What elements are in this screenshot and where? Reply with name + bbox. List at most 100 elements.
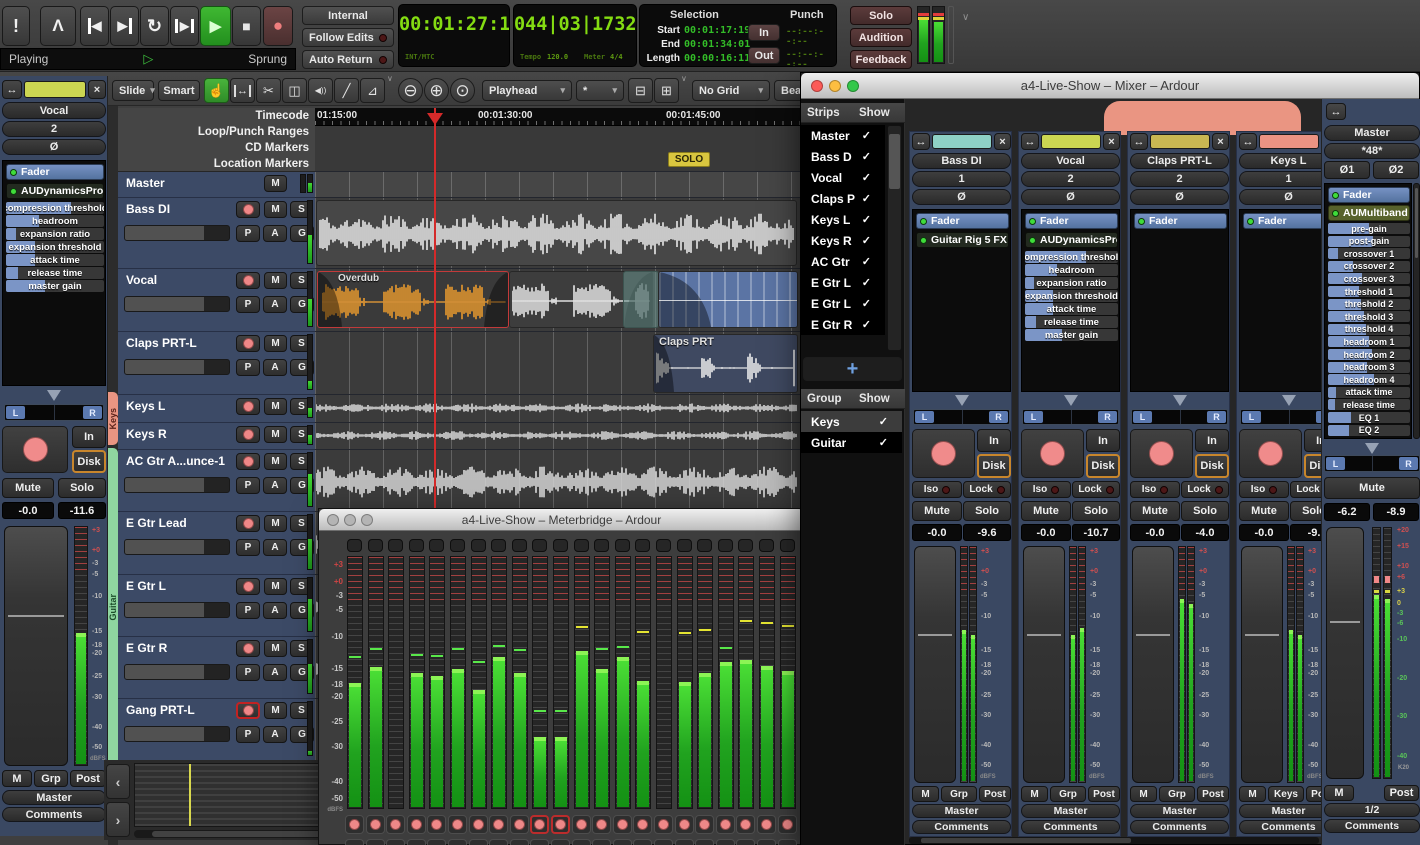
button-row-clipped[interactable]: [571, 839, 591, 845]
button-row-clipped[interactable]: [489, 839, 509, 845]
audio-region[interactable]: Claps PRT: [653, 334, 798, 393]
led-icon[interactable]: [920, 236, 927, 244]
loop-button[interactable]: ↻: [140, 6, 169, 46]
timecode-ruler[interactable]: 01:15:00 00:01:30:00 00:01:45:00: [315, 108, 800, 126]
meter-mute-button[interactable]: [594, 539, 610, 552]
midi-button[interactable]: M: [1324, 785, 1354, 801]
track-fader[interactable]: [124, 664, 230, 680]
comments-button[interactable]: Comments: [1324, 819, 1420, 833]
strip-list-item[interactable]: Keys L ✓: [801, 209, 885, 230]
record-enable-button[interactable]: [345, 815, 364, 834]
strip-color[interactable]: [932, 134, 992, 149]
input-monitor-button[interactable]: In: [72, 426, 106, 448]
fit-expand-button[interactable]: ⊞: [654, 78, 679, 103]
check-icon[interactable]: ✓: [862, 150, 871, 163]
track-fader[interactable]: [124, 726, 230, 742]
strip-input-button[interactable]: 2: [1130, 171, 1229, 187]
plugin-control[interactable]: master gain: [6, 280, 104, 292]
plugin-control[interactable]: threshold 4: [1328, 323, 1410, 335]
processor-box[interactable]: Fader Guitar Rig 5 FX: [912, 209, 1011, 392]
processor-box[interactable]: Fader: [1130, 209, 1229, 392]
record-enable-button[interactable]: [1130, 429, 1193, 478]
plugin-control[interactable]: pre-gain: [1328, 223, 1410, 234]
check-icon[interactable]: ✓: [862, 213, 871, 226]
feedback-button[interactable]: Feedback: [850, 50, 912, 69]
plugin-control[interactable]: attack time: [1025, 303, 1118, 315]
midi-button[interactable]: M: [912, 786, 939, 802]
pan-bar[interactable]: LR: [1022, 409, 1119, 425]
button-row-clipped[interactable]: [777, 839, 797, 845]
phantom-button[interactable]: *48*: [1324, 143, 1420, 159]
minimize-traffic-icon[interactable]: [344, 514, 356, 526]
processor-plugin[interactable]: AUMultiband: [1328, 205, 1410, 221]
plugin-control[interactable]: expansion threshold: [6, 241, 104, 253]
pan-bar[interactable]: L R: [1324, 455, 1420, 472]
pan-handle[interactable]: [1365, 443, 1379, 454]
group-button[interactable]: Grp: [1159, 786, 1195, 802]
mute-button[interactable]: M: [264, 515, 287, 532]
strip-name-button[interactable]: Bass DI: [912, 153, 1011, 169]
strip-phase-button[interactable]: Ø: [2, 139, 106, 155]
record-enable-button[interactable]: [236, 453, 260, 470]
mixer-strip-bass-di[interactable]: ↔ × Bass DI 1 Ø Fader Guitar Rig 5 FX L R In Disk I…: [909, 131, 1012, 837]
strip-list-item[interactable]: Keys R ✓: [801, 230, 885, 251]
group-list-item[interactable]: Guitar ✓: [801, 432, 902, 453]
tempo-value[interactable]: 120.0: [547, 53, 568, 61]
processor-box[interactable]: Fader AUDynamicsPro compression thresholdh…: [1021, 209, 1120, 392]
solo-isolate-button[interactable]: Iso: [1021, 481, 1071, 498]
plugin-control[interactable]: threshold 2: [1328, 298, 1410, 310]
record-enable-button[interactable]: [1021, 429, 1084, 478]
zoom-out-button[interactable]: ⊖: [398, 78, 423, 103]
stretch-tool-button[interactable]: ◫: [282, 78, 307, 103]
record-enable-button[interactable]: [571, 815, 591, 834]
record-enable-button[interactable]: [236, 272, 260, 289]
solo-isolate-button[interactable]: Iso: [912, 481, 962, 498]
solo-global-button[interactable]: Solo: [850, 6, 912, 25]
pan-bar[interactable]: LR: [913, 409, 1010, 425]
comments-button[interactable]: Comments: [1021, 820, 1120, 834]
strip-input-button[interactable]: 1: [912, 171, 1011, 187]
button-row-clipped[interactable]: [715, 839, 735, 845]
solo-button[interactable]: Solo: [1181, 501, 1229, 521]
p-button[interactable]: P: [236, 477, 260, 494]
cut-tool-button[interactable]: ✂: [256, 78, 281, 103]
a-button[interactable]: A: [263, 726, 287, 743]
check-icon[interactable]: ✓: [879, 436, 888, 449]
edit-mode-dropdown[interactable]: Slide ▾: [112, 80, 155, 101]
processor-plugin[interactable]: Guitar Rig 5 FX: [916, 232, 1009, 248]
peak-display[interactable]: -9.6: [963, 524, 1011, 541]
check-icon[interactable]: ✓: [862, 234, 871, 247]
record-enable-button[interactable]: [736, 815, 756, 834]
midi-button[interactable]: M: [2, 770, 32, 787]
led-icon[interactable]: [1247, 217, 1254, 225]
record-enable-button[interactable]: [654, 815, 673, 834]
processor-box[interactable]: Fader AUDynamicsPro compression threshol…: [2, 160, 106, 386]
track-header-ac-gtr-a-unce-1[interactable]: AC Gtr A...unce-1 M S P A G: [118, 450, 315, 512]
strip-color[interactable]: [1150, 134, 1210, 149]
strip-input-button[interactable]: 2: [2, 121, 106, 137]
edit-group-tab-keys[interactable]: Keys: [108, 392, 118, 445]
go-start-button[interactable]: ◀: [80, 6, 109, 46]
strip-name-button[interactable]: Claps PRT-L: [1130, 153, 1229, 169]
record-enable-button[interactable]: [236, 578, 260, 595]
mixer-titlebar[interactable]: a4-Live-Show – Mixer – Ardour: [801, 73, 1419, 99]
marker-dropdown[interactable]: * ▾: [576, 80, 624, 101]
input-monitor-button[interactable]: In: [977, 429, 1011, 452]
canvas-track-keys-r[interactable]: [315, 423, 800, 450]
record-enable-button[interactable]: [236, 640, 260, 657]
mute-button[interactable]: Mute: [1130, 501, 1180, 521]
button-row-clipped[interactable]: [406, 839, 426, 845]
button-row-clipped[interactable]: [674, 839, 694, 845]
strip-width-button[interactable]: ↔: [1021, 133, 1039, 150]
record-enable-button[interactable]: [236, 702, 260, 719]
button-row-clipped[interactable]: [509, 839, 529, 845]
button-row-clipped[interactable]: [448, 839, 467, 845]
strip-list-item[interactable]: Claps P ✓: [801, 188, 885, 209]
led-icon[interactable]: [1332, 209, 1339, 217]
zoom-traffic-icon[interactable]: [361, 514, 373, 526]
check-icon[interactable]: ✓: [862, 276, 871, 289]
processor-fader[interactable]: Fader: [1328, 187, 1410, 203]
check-icon[interactable]: ✓: [862, 297, 871, 310]
punch-in-button[interactable]: In: [748, 24, 780, 41]
gain-display[interactable]: -6.2: [1324, 503, 1370, 521]
